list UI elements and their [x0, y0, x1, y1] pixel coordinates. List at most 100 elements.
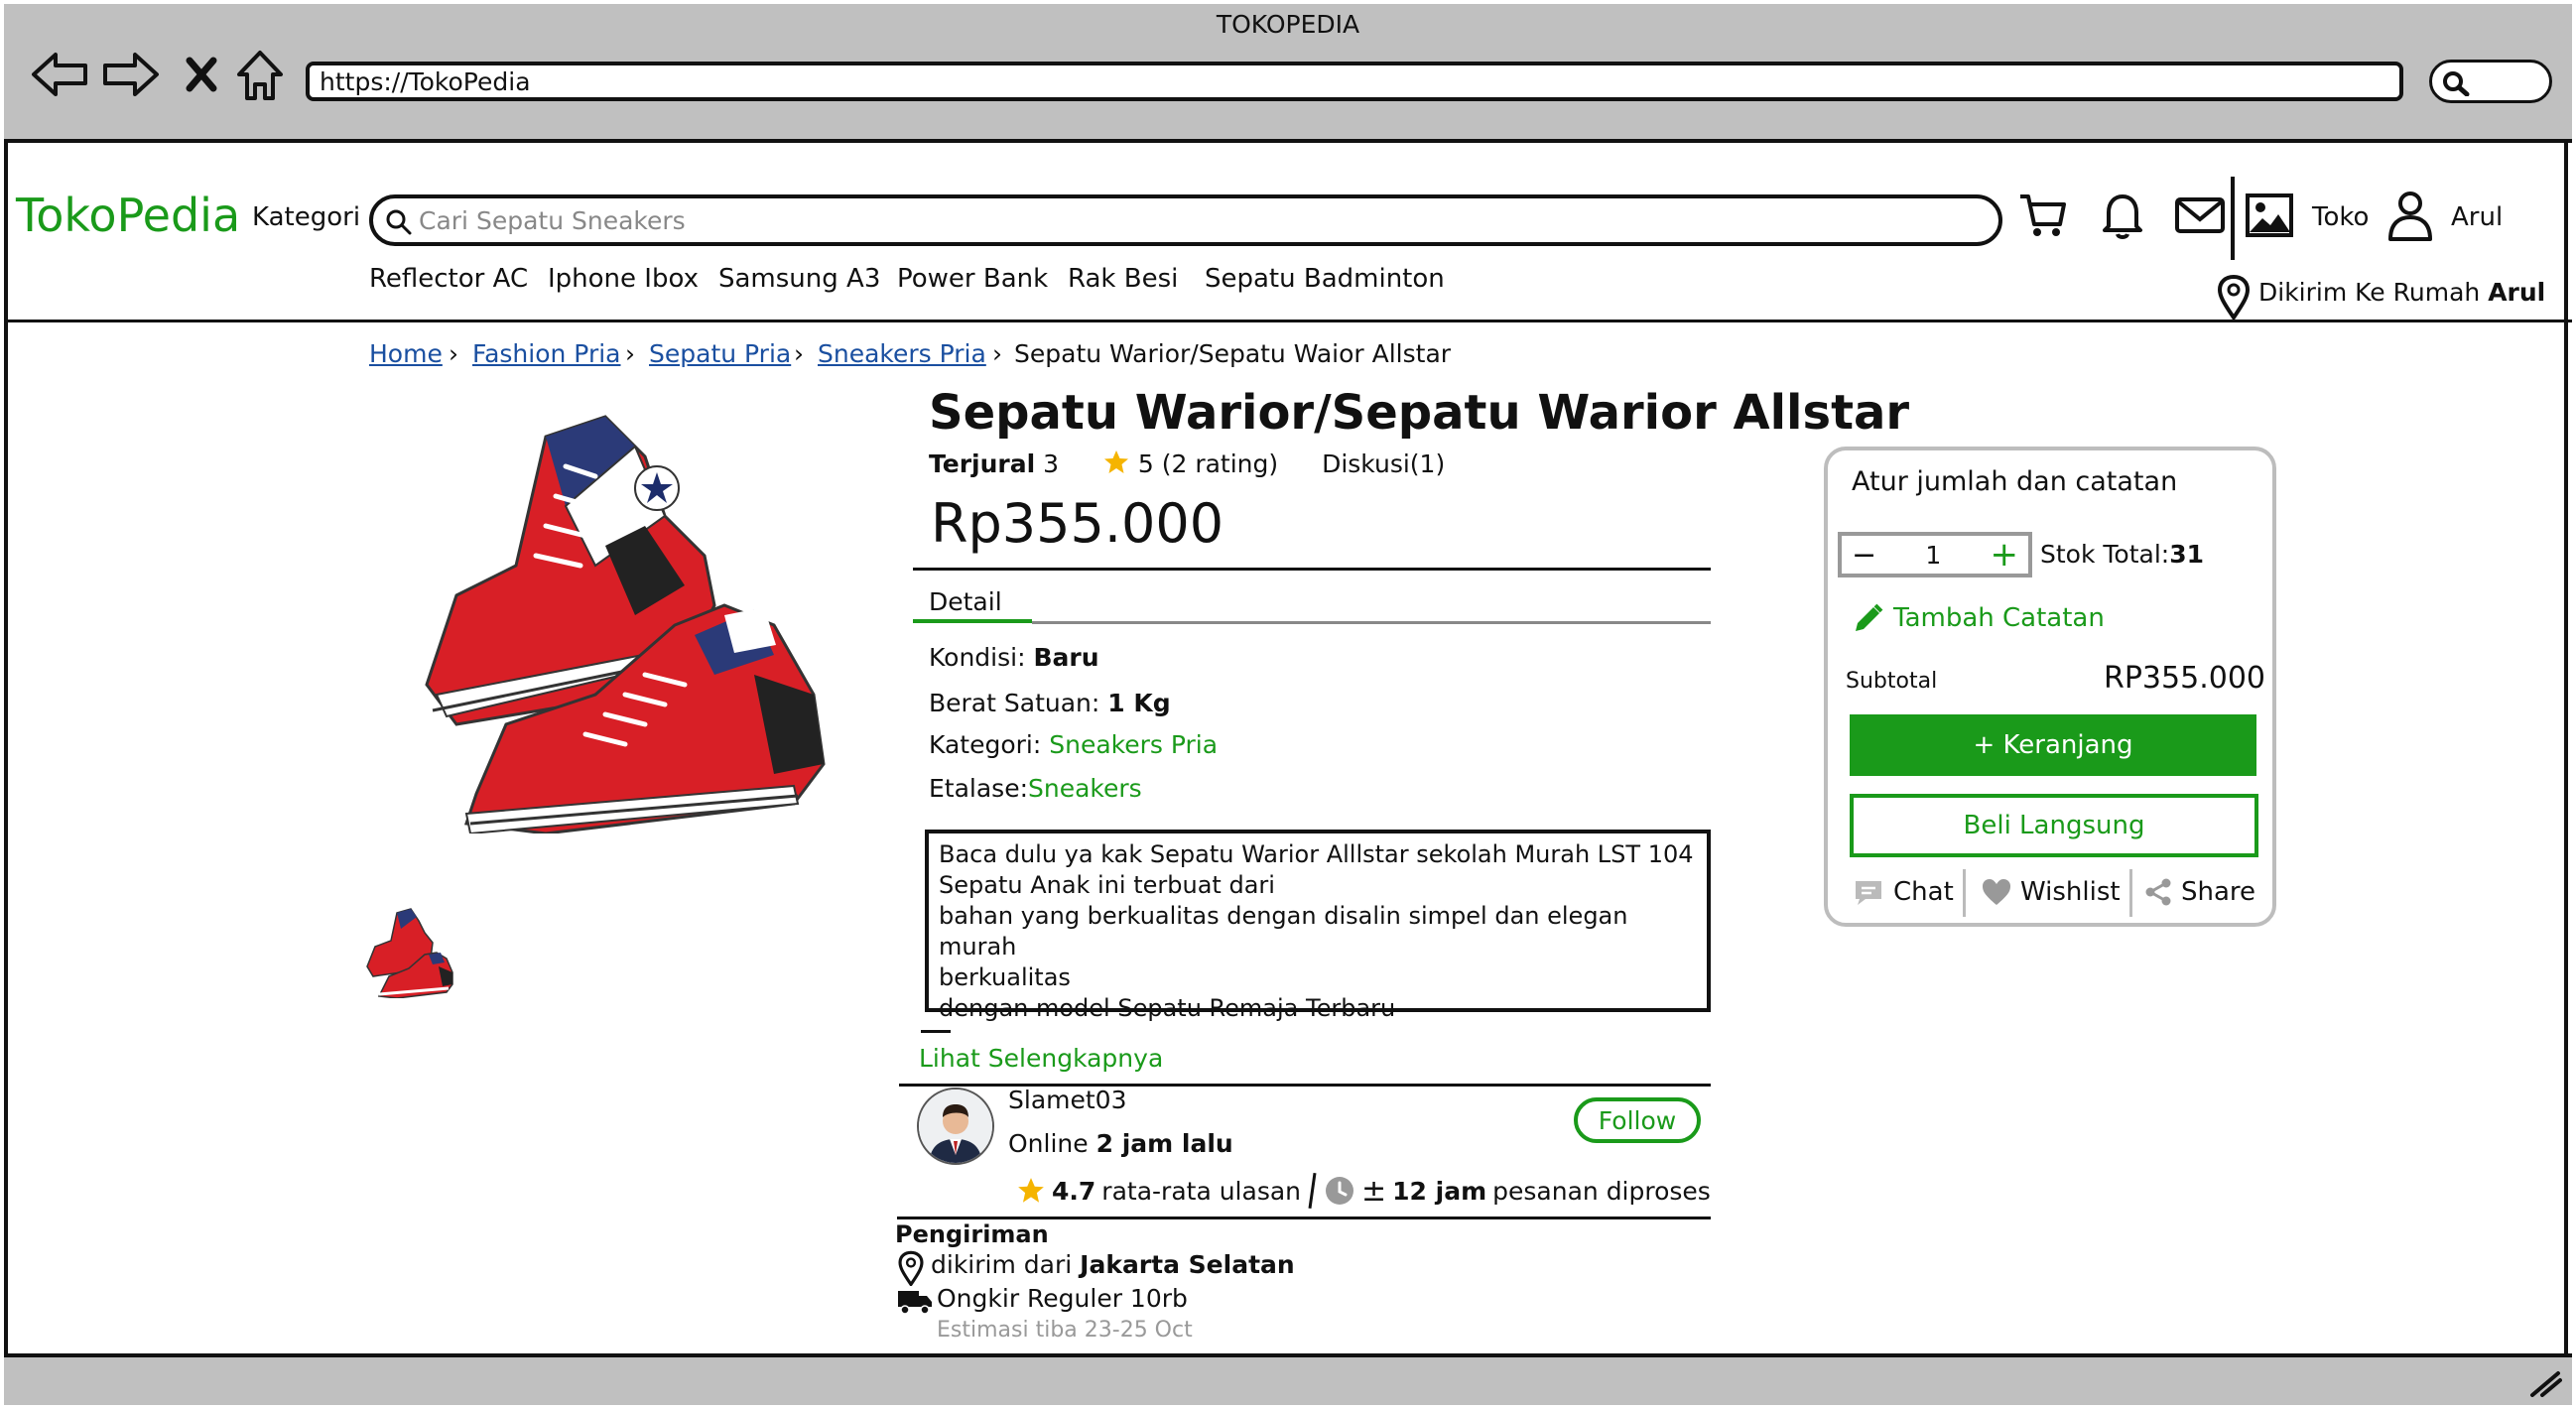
avatar[interactable] [917, 1088, 994, 1165]
url-text: https://TokoPedia [320, 67, 531, 96]
quick-link[interactable]: Power Bank [897, 264, 1048, 294]
sold-label: Terjural [929, 449, 1036, 478]
subtotal-label: Subtotal [1846, 669, 1938, 694]
sold-count: 3 [1043, 449, 1060, 478]
user-name[interactable]: Arul [2451, 202, 2503, 232]
browser-search-icon [2443, 71, 2470, 96]
location-icon [2217, 274, 2251, 323]
panel-title: Atur jumlah dan catatan [1852, 466, 2178, 497]
forward-icon[interactable] [99, 40, 163, 109]
field-berat: Berat Satuan: 1 Kg [929, 689, 1171, 717]
share-button[interactable]: Share [2143, 877, 2255, 907]
chevron-right-icon: › [449, 339, 458, 368]
chevron-right-icon: › [625, 339, 635, 368]
browser-status-bar [4, 1353, 2572, 1405]
quick-link[interactable]: Samsung A3 [718, 264, 880, 294]
pencil-icon [1856, 603, 1883, 631]
product-image[interactable] [397, 397, 863, 837]
field-etalase: Etalase:Sneakers [929, 774, 1142, 803]
image-icon[interactable] [2243, 189, 2296, 242]
wishlist-button[interactable]: Wishlist [1981, 877, 2121, 907]
browser-search-box[interactable] [2429, 60, 2552, 103]
window-title: TOKOPEDIA [1216, 10, 1360, 39]
price-divider [913, 568, 1711, 571]
breadcrumb-current: Sepatu Warior/Sepatu Waior Allstar [1014, 339, 1452, 368]
add-to-cart-button[interactable]: + Keranjang [1850, 714, 2256, 776]
resize-handle-icon[interactable] [2528, 1367, 2562, 1401]
shop-divider-bottom [897, 1217, 1711, 1219]
location-icon [897, 1250, 925, 1290]
back-icon[interactable] [28, 40, 91, 109]
quick-link[interactable]: Sepatu Badminton [1205, 264, 1445, 294]
breadcrumb-fashion-pria[interactable]: Fashion Pria [472, 339, 621, 368]
heart-icon [1983, 879, 2010, 905]
kategori-menu[interactable]: Kategori [252, 202, 360, 232]
product-meta: Terjural 3 5 (2 rating) Diskusi(1) [929, 448, 1445, 478]
process-prefix: ± [1361, 1173, 1387, 1209]
home-icon[interactable] [232, 40, 288, 109]
delivery-user: Arul [2488, 278, 2546, 307]
breadcrumb-sneakers-pria[interactable]: Sneakers Pria [818, 339, 986, 368]
shop-stats: 4.7 rata-rata ulasan ± 12 jam pesanan di… [1016, 1172, 1711, 1210]
chevron-right-icon: › [794, 339, 804, 368]
delivery-address[interactable]: Dikirim Ke Rumah Arul [2258, 278, 2545, 307]
quantity-stepper[interactable]: − 1 + [1838, 532, 2032, 577]
star-icon [1103, 450, 1128, 473]
subtotal-value: RP355.000 [2104, 661, 2265, 696]
desc-divider [921, 1030, 951, 1033]
breadcrumb-home[interactable]: Home [369, 339, 443, 368]
shop-rating-label: rata-rata ulasan [1101, 1176, 1302, 1206]
process-label: pesanan diproses [1492, 1176, 1711, 1206]
truck-icon [897, 1288, 933, 1320]
quick-link[interactable]: Iphone Ibox [548, 264, 699, 294]
field-kondisi: Kondisi: Baru [929, 643, 1099, 672]
discussion-link[interactable]: Diskusi(1) [1322, 449, 1445, 478]
product-price: Rp355.000 [931, 492, 1224, 555]
close-icon[interactable] [179, 40, 224, 109]
follow-button[interactable]: Follow [1574, 1097, 1701, 1143]
plus-icon[interactable]: + [1990, 535, 2018, 575]
process-time: 12 jam [1392, 1176, 1487, 1206]
toko-label[interactable]: Toko [2312, 202, 2369, 232]
search-input[interactable]: Cari Sepatu Sneakers [369, 194, 2002, 246]
rating-text[interactable]: 5 (2 rating) [1138, 449, 1278, 478]
shipping-ongkir: Ongkir Reguler 10rb [937, 1284, 1188, 1313]
stats-separator [1308, 1172, 1317, 1210]
etalase-link[interactable]: Sneakers [1028, 774, 1142, 803]
add-note-button[interactable]: Tambah Catatan [1852, 601, 2105, 635]
user-icon[interactable] [2383, 189, 2437, 242]
cart-icon[interactable] [2016, 189, 2070, 242]
quick-link[interactable]: Reflector AC [369, 264, 528, 294]
quick-link[interactable]: Rak Besi [1068, 264, 1178, 294]
delivery-label: Dikirim Ke Rumah [2258, 278, 2481, 307]
logo[interactable]: TokoPedia [16, 189, 240, 242]
clock-icon [1326, 1177, 1354, 1205]
stock-info: Stok Total:31 [2040, 540, 2204, 569]
header-divider [2231, 177, 2235, 260]
chevron-right-icon: › [992, 339, 1002, 368]
shipping-origin: dikirim dari Jakarta Selatan [931, 1250, 1295, 1279]
share-icon [2145, 878, 2171, 906]
breadcrumb-sepatu-pria[interactable]: Sepatu Pria [649, 339, 791, 368]
chat-icon [1856, 881, 1881, 905]
minus-icon[interactable]: − [1852, 538, 1876, 573]
mail-icon[interactable] [2173, 189, 2227, 242]
shipping-title: Pengiriman [895, 1220, 1049, 1248]
shop-name[interactable]: Slamet03 [1008, 1086, 1126, 1114]
kategori-link[interactable]: Sneakers Pria [1049, 730, 1218, 759]
star-icon [1018, 1178, 1044, 1203]
chat-button[interactable]: Chat [1852, 877, 1954, 907]
bell-icon[interactable] [2096, 189, 2149, 242]
tab-detail[interactable]: Detail [929, 587, 1002, 616]
shop-online-status: Online 2 jam lalu [1008, 1129, 1233, 1158]
search-placeholder: Cari Sepatu Sneakers [419, 205, 686, 235]
product-thumbnail[interactable] [361, 903, 456, 1002]
product-title: Sepatu Warior/Sepatu Warior Allstar [929, 385, 1910, 441]
see-more-link[interactable]: Lihat Selengkapnya [919, 1044, 1163, 1073]
quantity-value[interactable]: 1 [1925, 541, 1941, 570]
product-description: Baca dulu ya kak Sepatu Warior Alllstar … [925, 830, 1711, 1022]
tab-detail-underline [913, 619, 1032, 623]
search-icon [386, 209, 412, 235]
url-bar[interactable]: https://TokoPedia [306, 62, 2403, 101]
buy-now-button[interactable]: Beli Langsung [1850, 794, 2258, 857]
